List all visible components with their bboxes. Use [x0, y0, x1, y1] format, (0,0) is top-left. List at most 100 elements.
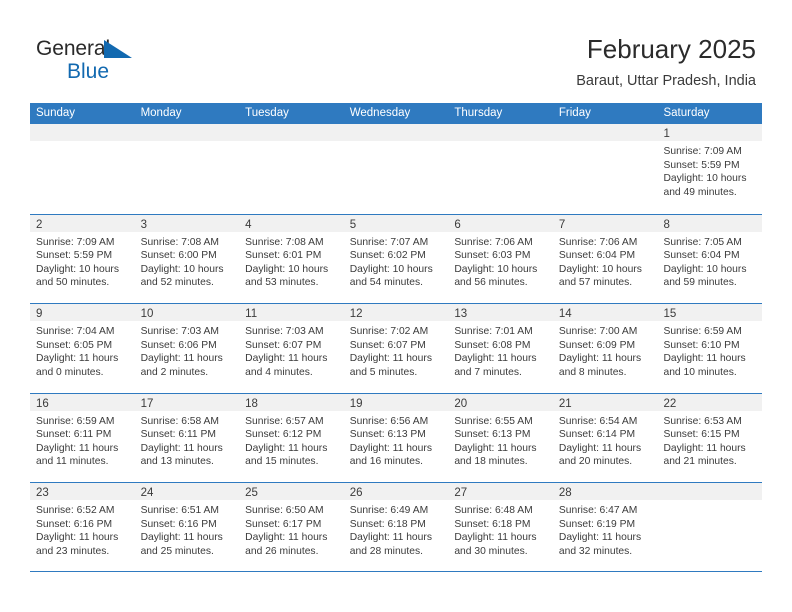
calendar-day-cell[interactable]: 2 Sunrise: 7:09 AM Sunset: 5:59 PM Daylight… — [30, 214, 135, 303]
day-detail-lines: Sunrise: 7:08 AM Sunset: 6:01 PM Daylight:… — [239, 232, 344, 290]
general-blue-logo[interactable]: General Blue — [36, 37, 166, 87]
day-detail-lines: Sunrise: 6:51 AM Sunset: 6:16 PM Daylight:… — [135, 500, 240, 558]
day-detail-lines: Sunrise: 6:49 AM Sunset: 6:18 PM Daylight:… — [344, 500, 449, 558]
day-detail-lines — [657, 500, 762, 504]
calendar-day-cell[interactable]: 11 Sunrise: 7:03 AM Sunset: 6:07 PM Dayligh… — [239, 304, 344, 393]
day-number-band: 1 — [657, 124, 763, 141]
day-detail-lines — [344, 141, 449, 145]
day-number-band: 22 — [657, 393, 763, 411]
day-number-band: 6 — [448, 214, 553, 232]
day-number: 20 — [454, 397, 468, 410]
day-number: 15 — [663, 308, 677, 320]
calendar-day-cell[interactable]: 22 Sunrise: 6:53 AM Sunset: 6:15 PM Dayligh… — [657, 393, 763, 482]
sunset-text: Sunset: 6:00 PM — [140, 250, 217, 262]
sunset-text: Sunset: 6:17 PM — [245, 518, 322, 530]
sunrise-text: Sunrise: 7:05 AM — [663, 236, 742, 248]
sunset-text: Sunset: 6:02 PM — [349, 250, 426, 262]
calendar-day-cell[interactable]: 16 Sunrise: 6:59 AM Sunset: 6:11 PM Dayligh… — [30, 393, 135, 482]
day-number-band — [134, 124, 240, 141]
day-number-band: 23 — [30, 483, 135, 500]
calendar-day-cell[interactable]: 14 Sunrise: 7:00 AM Sunset: 6:09 PM Dayligh… — [552, 304, 658, 393]
daylight-text: Daylight: 11 hours — [454, 442, 537, 454]
day-number-band: 13 — [448, 304, 553, 321]
day-number-band — [448, 124, 553, 141]
day-detail-lines: Sunrise: 6:57 AM Sunset: 6:12 PM Daylight:… — [239, 411, 344, 469]
calendar-day-cell-empty — [448, 124, 553, 214]
logo-text-general: General — [36, 37, 111, 60]
sunrise-text: Sunrise: 6:50 AM — [245, 505, 324, 516]
calendar-day-cell[interactable]: 12 Sunrise: 7:02 AM Sunset: 6:07 PM Dayligh… — [343, 304, 449, 393]
calendar-day-cell-empty — [239, 124, 344, 214]
day-detail-lines — [239, 141, 344, 145]
day-detail-lines: Sunrise: 7:09 AM Sunset: 5:59 PM Daylight:… — [657, 141, 762, 199]
day-number: 6 — [454, 218, 461, 231]
daylight-text-cont: and 11 minutes. — [36, 456, 109, 468]
day-number: 13 — [454, 308, 468, 320]
sunrise-text: Sunrise: 6:55 AM — [454, 415, 533, 427]
daylight-text-cont: and 10 minutes. — [663, 366, 737, 378]
calendar-day-cell[interactable]: 6 Sunrise: 7:06 AM Sunset: 6:03 PM Daylight… — [448, 214, 553, 303]
sunset-text: Sunset: 6:04 PM — [558, 250, 636, 262]
calendar-day-cell[interactable]: 19 Sunrise: 6:56 AM Sunset: 6:13 PM Dayligh… — [343, 393, 449, 482]
day-number: 26 — [349, 487, 363, 499]
calendar-day-cell[interactable]: 26 Sunrise: 6:49 AM Sunset: 6:18 PM Dayligh… — [343, 483, 449, 571]
calendar-day-cell[interactable]: 10 Sunrise: 7:03 AM Sunset: 6:06 PM Dayligh… — [134, 304, 240, 393]
day-number-band: 10 — [134, 304, 240, 321]
sunset-text: Sunset: 6:03 PM — [454, 250, 531, 262]
daylight-text: Daylight: 10 hours — [36, 263, 119, 275]
calendar-day-cell[interactable]: 1 Sunrise: 7:09 AM Sunset: 5:59 PM Daylight… — [657, 124, 763, 214]
day-number: 10 — [140, 308, 154, 320]
calendar-day-cell[interactable]: 24 Sunrise: 6:51 AM Sunset: 6:16 PM Dayligh… — [134, 483, 240, 571]
daylight-text: Daylight: 11 hours — [245, 442, 328, 454]
daylight-text: Daylight: 11 hours — [454, 353, 537, 365]
calendar-day-cell[interactable]: 7 Sunrise: 7:06 AM Sunset: 6:04 PM Daylight… — [552, 214, 658, 303]
calendar-day-cell[interactable]: 27 Sunrise: 6:48 AM Sunset: 6:18 PM Dayligh… — [448, 483, 553, 571]
daylight-text-cont: and 13 minutes. — [140, 456, 214, 468]
calendar-day-cell[interactable]: 18 Sunrise: 6:57 AM Sunset: 6:12 PM Dayligh… — [239, 393, 344, 482]
calendar-day-cell[interactable]: 5 Sunrise: 7:07 AM Sunset: 6:02 PM Daylight… — [343, 214, 449, 303]
calendar-day-cell[interactable]: 17 Sunrise: 6:58 AM Sunset: 6:11 PM Dayligh… — [134, 393, 240, 482]
calendar-day-cell-empty — [657, 483, 763, 571]
day-number-band: 2 — [30, 214, 135, 232]
day-detail-lines: Sunrise: 7:04 AM Sunset: 6:05 PM Daylight:… — [30, 321, 135, 379]
day-detail-lines: Sunrise: 6:47 AM Sunset: 6:19 PM Daylight:… — [553, 500, 658, 558]
calendar-day-cell[interactable]: 20 Sunrise: 6:55 AM Sunset: 6:13 PM Dayligh… — [448, 393, 553, 482]
calendar-day-cell[interactable]: 28 Sunrise: 6:47 AM Sunset: 6:19 PM Dayligh… — [552, 483, 658, 571]
daylight-text-cont: and 2 minutes. — [140, 366, 209, 378]
page-subtitle: Baraut, Uttar Pradesh, India — [576, 73, 756, 89]
day-number-band: 27 — [448, 483, 553, 500]
day-detail-lines: Sunrise: 7:01 AM Sunset: 6:08 PM Daylight:… — [448, 321, 553, 379]
day-detail-lines: Sunrise: 6:55 AM Sunset: 6:13 PM Daylight:… — [448, 411, 553, 469]
daylight-text-cont: and 23 minutes. — [36, 545, 110, 557]
calendar-page: General Blue February 2025 Baraut, Uttar… — [0, 0, 792, 612]
daylight-text-cont: and 21 minutes. — [663, 456, 737, 468]
calendar-day-cell[interactable]: 8 Sunrise: 7:05 AM Sunset: 6:04 PM Daylight… — [657, 214, 763, 303]
daylight-text: Daylight: 11 hours — [36, 442, 119, 454]
day-number: 4 — [245, 218, 252, 231]
calendar-day-cell[interactable]: 4 Sunrise: 7:08 AM Sunset: 6:01 PM Daylight… — [239, 214, 344, 303]
sunset-text: Sunset: 6:18 PM — [349, 518, 426, 530]
daylight-text-cont: and 57 minutes. — [558, 277, 633, 289]
day-detail-lines: Sunrise: 7:02 AM Sunset: 6:07 PM Daylight:… — [344, 321, 449, 379]
day-number-band: 19 — [343, 393, 449, 411]
daylight-text: Daylight: 10 hours — [558, 263, 642, 275]
calendar-day-cell[interactable]: 23 Sunrise: 6:52 AM Sunset: 6:16 PM Dayligh… — [30, 483, 135, 571]
day-number-band: 26 — [343, 483, 449, 500]
calendar-day-cell[interactable]: 25 Sunrise: 6:50 AM Sunset: 6:17 PM Dayligh… — [239, 483, 344, 571]
day-number: 2 — [36, 218, 43, 231]
daylight-text-cont: and 5 minutes. — [349, 366, 418, 378]
day-number: 12 — [349, 308, 363, 320]
calendar-day-cell[interactable]: 9 Sunrise: 7:04 AM Sunset: 6:05 PM Daylight… — [30, 304, 135, 393]
calendar-day-cell[interactable]: 3 Sunrise: 7:08 AM Sunset: 6:00 PM Daylight… — [134, 214, 240, 303]
calendar-day-cell[interactable]: 13 Sunrise: 7:01 AM Sunset: 6:08 PM Dayligh… — [448, 304, 553, 393]
daylight-text: Daylight: 10 hours — [140, 263, 224, 275]
sunrise-text: Sunrise: 6:49 AM — [349, 505, 429, 516]
daylight-text-cont: and 28 minutes. — [349, 545, 424, 557]
sunset-text: Sunset: 5:59 PM — [36, 250, 113, 262]
daylight-text: Daylight: 10 hours — [663, 263, 747, 275]
calendar-day-cell[interactable]: 21 Sunrise: 6:54 AM Sunset: 6:14 PM Dayligh… — [552, 393, 658, 482]
daylight-text-cont: and 49 minutes. — [663, 186, 737, 198]
page-title: February 2025 — [586, 34, 756, 64]
calendar-day-cell[interactable]: 15 Sunrise: 6:59 AM Sunset: 6:10 PM Dayligh… — [657, 304, 763, 393]
daylight-text-cont: and 16 minutes. — [349, 456, 424, 468]
